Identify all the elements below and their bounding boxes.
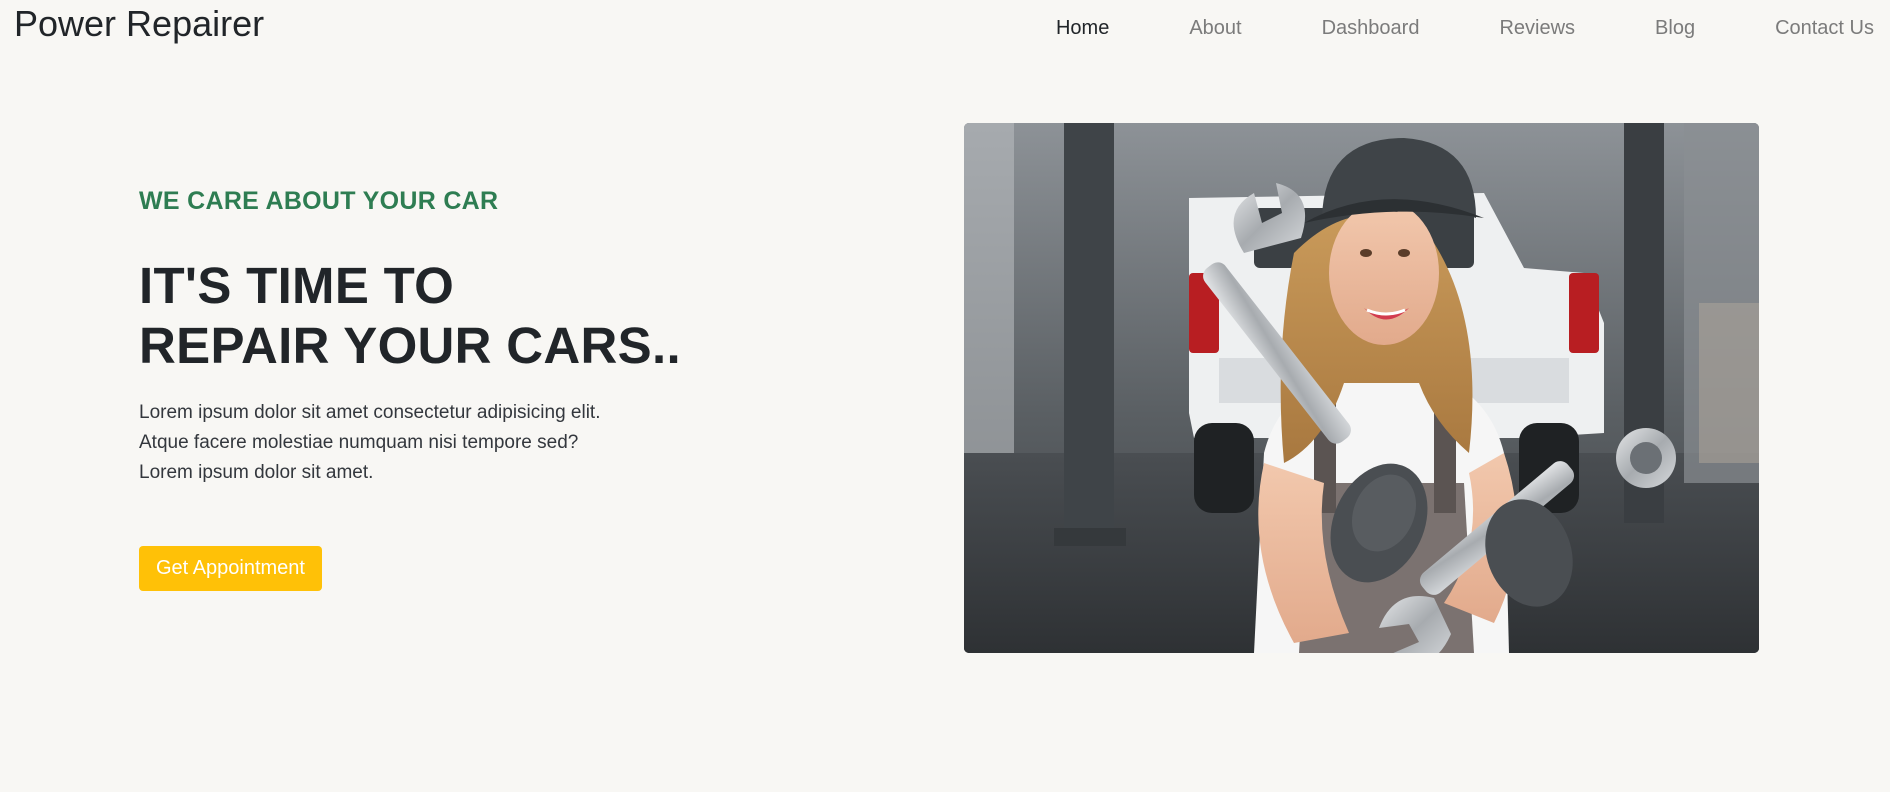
nav-link-blog[interactable]: Blog — [1655, 17, 1695, 39]
nav-link-about[interactable]: About — [1189, 17, 1241, 39]
hero-headline-line-1: IT'S TIME TO — [139, 257, 455, 314]
nav-item-contact: Contact Us — [1775, 14, 1874, 42]
nav-link-contact-us[interactable]: Contact Us — [1775, 17, 1874, 39]
nav-link-home[interactable]: Home — [1056, 17, 1109, 39]
nav-item-dashboard: Dashboard — [1322, 14, 1420, 42]
nav-item-reviews: Reviews — [1499, 14, 1575, 42]
mechanic-photo-illustration — [964, 123, 1759, 653]
hero-headline: IT'S TIME TO REPAIR YOUR CARS.. — [139, 256, 739, 376]
nav-item-blog: Blog — [1655, 14, 1695, 42]
brand-logo-link[interactable]: Power Repairer — [14, 2, 264, 46]
hero-text-block: WE CARE ABOUT YOUR CAR IT'S TIME TO REPA… — [139, 180, 739, 488]
hero-eyebrow: WE CARE ABOUT YOUR CAR — [139, 187, 499, 215]
nav-menu: Home About Dashboard Reviews Blog Contac… — [1056, 14, 1874, 42]
nav-item-about: About — [1189, 14, 1241, 42]
hero-description: Lorem ipsum dolor sit amet consectetur a… — [139, 402, 601, 483]
nav-link-reviews[interactable]: Reviews — [1499, 17, 1575, 39]
top-navbar: Power Repairer Home About Dashboard Revi… — [0, 0, 1890, 60]
hero-mechanic-image — [964, 123, 1759, 653]
nav-item-home: Home — [1056, 14, 1109, 42]
nav-link-dashboard[interactable]: Dashboard — [1322, 17, 1420, 39]
get-appointment-button[interactable]: Get Appointment — [139, 546, 322, 591]
hero-headline-line-2: REPAIR YOUR CARS.. — [139, 317, 681, 374]
